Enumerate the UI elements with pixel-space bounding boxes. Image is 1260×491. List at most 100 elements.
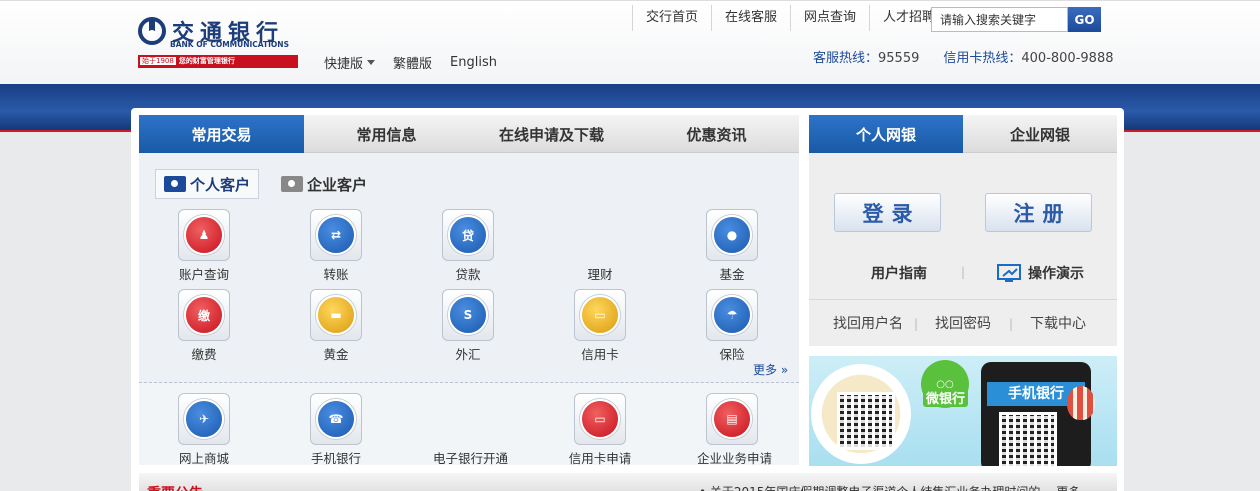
bank-logo[interactable]: 交通银行 BANK OF COMMUNICATIONS 始于1908 您的财富管理…	[138, 15, 300, 69]
service-tabs: 常用交易 常用信息 在线申请及下载 优惠资讯	[139, 115, 799, 153]
service-icon-box: ▭	[574, 393, 626, 445]
recover-username-link[interactable]: 找回用户名	[833, 313, 903, 333]
search-go-button[interactable]: GO	[1068, 7, 1101, 32]
service-label: 手机银行	[310, 451, 361, 466]
service-icon-box: S	[442, 289, 494, 341]
service-hotline-label: 客服热线：	[813, 51, 879, 66]
since-badge: 始于1908	[140, 57, 176, 65]
notice-title: 重要公告	[147, 483, 203, 491]
quick-version-label: 快捷版	[324, 57, 364, 72]
service-label: 网上商城	[178, 451, 229, 466]
service-corporate-apply[interactable]: ▤ 企业业务申请	[697, 393, 773, 467]
notice-link[interactable]: • 关于2015年国庆假期调整电子渠道个人结售汇业务办理时间的… 更多	[699, 483, 1080, 491]
service-gold[interactable]: ▬ 黄金	[301, 289, 371, 363]
app-qr-code	[999, 412, 1057, 466]
service-forex[interactable]: S 外汇	[433, 289, 503, 363]
top-nav: 交行首页 在线客服 网点查询 人才招聘	[632, 5, 948, 31]
service-icon-box: ☎	[310, 393, 362, 445]
tab-personal-netbank[interactable]: 个人网银	[809, 115, 963, 153]
service-label: 企业业务申请	[697, 451, 773, 466]
dashed-divider	[139, 382, 799, 383]
service-label: 贷款	[455, 267, 481, 282]
service-wealth[interactable]: 理财	[565, 209, 635, 283]
service-label: 基金	[719, 267, 745, 282]
service-mobile-banking[interactable]: ☎ 手机银行	[301, 393, 371, 467]
service-icon-box: ▭	[574, 289, 626, 341]
service-icon-box: 缴	[178, 289, 230, 341]
bank-name-en: BANK OF COMMUNICATIONS	[170, 40, 289, 49]
service-label: 账户查询	[178, 267, 229, 282]
service-label: 黄金	[323, 347, 349, 362]
nav-online-service-link[interactable]: 在线客服	[711, 5, 790, 31]
monitor-icon	[997, 264, 1021, 282]
corporate-customer-tab[interactable]: 企业客户	[273, 169, 375, 199]
tab-common-transactions[interactable]: 常用交易	[139, 115, 304, 153]
site-header: 交通银行 BANK OF COMMUNICATIONS 始于1908 您的财富管理…	[0, 0, 1260, 84]
service-label: 转账	[323, 267, 349, 282]
notice-bar: 重要公告 • 关于2015年国庆假期调整电子渠道个人结售汇业务办理时间的… 更多	[139, 473, 1117, 491]
service-loan[interactable]: 贷 贷款	[433, 209, 503, 283]
demo-link[interactable]: 操作演示	[997, 263, 1084, 283]
mobile-phone-icon: ☎	[316, 399, 356, 439]
service-online-mall[interactable]: ✈ 网上商城	[169, 393, 239, 467]
credit-card-apply-icon: ▭	[580, 399, 620, 439]
personal-customer-label: 个人客户	[190, 175, 251, 194]
loan-icon: 贷	[448, 215, 488, 255]
netbank-tabs: 个人网银 企业网银	[809, 115, 1117, 153]
search-input[interactable]	[931, 7, 1068, 32]
tab-corporate-netbank[interactable]: 企业网银	[963, 115, 1117, 153]
separator: |	[914, 317, 919, 331]
register-button[interactable]: 注册	[985, 193, 1092, 232]
netbank-box: 登录 注册 用户指南 | 操作演示 找回用户名 | 找回密码 | 下载中心	[809, 153, 1117, 346]
shopping-plane-icon: ✈	[184, 399, 224, 439]
bank-slogan: 您的财富管理银行	[178, 57, 235, 65]
wechat-bank-label: 微银行	[923, 388, 969, 407]
nav-branch-search-link[interactable]: 网点查询	[790, 5, 869, 31]
service-fund[interactable]: ● 基金	[697, 209, 767, 283]
service-account-query[interactable]: ♟ 账户查询	[169, 209, 239, 283]
separator: |	[1009, 317, 1014, 331]
service-icon-box: ▤	[706, 393, 758, 445]
tab-common-info[interactable]: 常用信息	[304, 115, 469, 153]
login-button[interactable]: 登录	[834, 193, 941, 232]
service-label: 外汇	[455, 347, 481, 362]
account-query-icon: ♟	[184, 215, 224, 255]
transfer-icon: ⇄	[316, 215, 356, 255]
service-icon-box: ▬	[310, 289, 362, 341]
language-nav: 快捷版 繁體版 English	[324, 53, 515, 72]
service-icon-box: ☂	[706, 289, 758, 341]
service-transfer[interactable]: ⇄ 转账	[301, 209, 371, 283]
more-services-link[interactable]: 更多 »	[753, 361, 788, 378]
bill-payment-icon: 缴	[184, 295, 224, 335]
quick-version-dropdown[interactable]: 快捷版	[324, 53, 376, 72]
umbrella-icon: ☂	[712, 295, 752, 335]
tab-online-apply-download[interactable]: 在线申请及下载	[469, 115, 634, 153]
user-guide-link[interactable]: 用户指南	[871, 263, 927, 283]
separator: |	[961, 265, 966, 279]
english-link[interactable]: English	[450, 53, 497, 72]
service-credit-card[interactable]: ▭ 信用卡	[565, 289, 635, 363]
service-icon-box: ♟	[178, 209, 230, 261]
bank-slogan-bar: 始于1908 您的财富管理银行	[138, 55, 298, 68]
recover-password-link[interactable]: 找回密码	[935, 313, 991, 333]
traditional-chinese-link[interactable]: 繁體版	[393, 53, 432, 72]
service-icon-box: ⇄	[310, 209, 362, 261]
service-hotline-value: 95559	[878, 51, 920, 66]
service-bill-payment[interactable]: 缴 缴费	[169, 289, 239, 363]
download-center-link[interactable]: 下载中心	[1030, 313, 1086, 333]
service-ebank-activation[interactable]: 电子银行开通	[433, 393, 509, 467]
service-label: 电子银行开通	[433, 451, 509, 466]
personal-customer-tab[interactable]: 个人客户	[155, 169, 260, 199]
tab-promotions[interactable]: 优惠资讯	[634, 115, 799, 153]
mobile-banking-promo[interactable]: ○○ 微银行 手机银行	[809, 356, 1117, 466]
site-search: GO	[931, 7, 1101, 32]
service-label: 理财	[587, 267, 613, 282]
bank-logo-icon	[138, 17, 166, 45]
service-label: 信用卡申请	[568, 451, 632, 466]
service-insurance[interactable]: ☂ 保险	[697, 289, 767, 363]
city-building-icon: ▤	[712, 399, 752, 439]
service-credit-card-apply[interactable]: ▭ 信用卡申请	[565, 393, 635, 467]
service-icon-box: ✈	[178, 393, 230, 445]
service-label: 信用卡	[581, 347, 619, 362]
nav-home-link[interactable]: 交行首页	[632, 5, 711, 31]
